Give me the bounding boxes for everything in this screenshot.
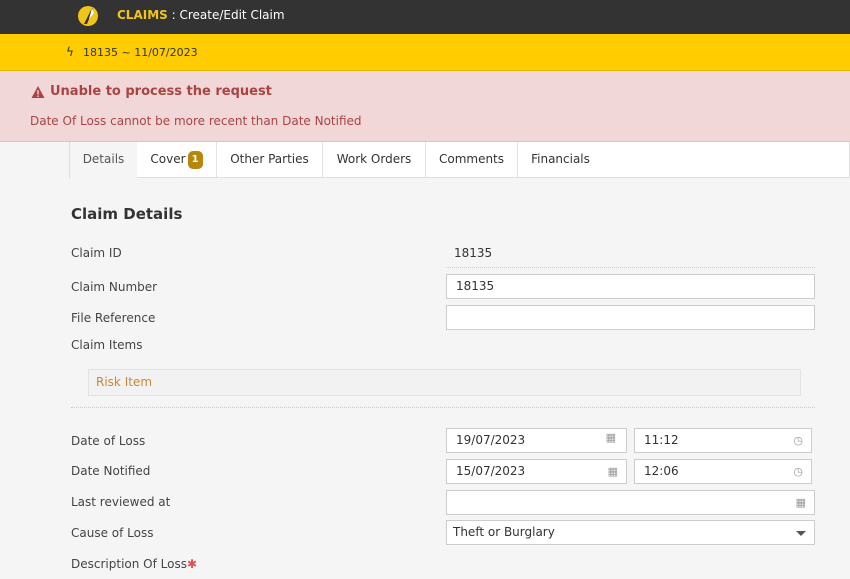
- claim-item-row[interactable]: Risk Item: [88, 369, 801, 396]
- date-notified-time-input[interactable]: 12:06 ◷: [634, 459, 812, 484]
- date-of-loss-date-value: 19/07/2023: [456, 433, 526, 447]
- page-title: CLAIMS : Create/Edit Claim: [117, 8, 285, 22]
- claim-id-value: 18135: [454, 246, 493, 260]
- calendar-icon[interactable]: ▦: [796, 491, 806, 514]
- date-notified-label: Date Notified: [71, 464, 151, 478]
- tab-label: Comments: [438, 152, 505, 166]
- claim-number-label: Claim Number: [71, 280, 158, 294]
- claim-items-label: Claim Items: [71, 338, 143, 352]
- cause-of-loss-value: Theft or Burglary: [453, 525, 555, 539]
- date-notified-date-value: 15/07/2023: [456, 464, 526, 478]
- divider: [71, 407, 815, 408]
- description-of-loss-label: Description Of Loss✱: [71, 557, 197, 571]
- context-bar: ϟ 18135 ~ 11/07/2023: [0, 34, 850, 71]
- tab-comments[interactable]: Comments: [426, 142, 518, 177]
- tab-label: Work Orders: [336, 152, 412, 166]
- date-of-loss-time-input[interactable]: 11:12 ◷: [634, 428, 812, 453]
- tab-work-orders[interactable]: Work Orders: [323, 142, 426, 177]
- last-reviewed-label: Last reviewed at: [71, 495, 171, 509]
- tab-bar: Details Cover 1 Other Parties Work Orders…: [69, 142, 850, 178]
- required-asterisk-icon: ✱: [186, 557, 198, 571]
- chevron-down-icon: [796, 531, 806, 536]
- tab-label: Cover: [150, 152, 186, 166]
- last-reviewed-date-input[interactable]: ▦: [446, 490, 815, 515]
- claim-number-value: 18135: [456, 279, 495, 293]
- section-title: Claim Details: [71, 205, 183, 223]
- error-alert: Unable to process the request Date Of Lo…: [0, 71, 850, 142]
- tab-cover[interactable]: Cover 1: [137, 142, 217, 177]
- date-notified-time-value: 12:06: [644, 464, 679, 478]
- claim-context-label[interactable]: 18135 ~ 11/07/2023: [83, 46, 198, 59]
- tab-details[interactable]: Details: [70, 142, 137, 178]
- divider: [446, 267, 815, 268]
- warning-icon: [31, 86, 45, 98]
- date-of-loss-label: Date of Loss: [71, 434, 146, 448]
- alert-title: Unable to process the request: [50, 84, 272, 99]
- tab-label: Financials: [531, 152, 590, 166]
- file-reference-label: File Reference: [71, 311, 156, 325]
- description-of-loss-text: Description Of Loss: [71, 557, 187, 571]
- cause-of-loss-label: Cause of Loss: [71, 526, 154, 540]
- bolt-icon: ϟ: [66, 45, 74, 59]
- claim-id-label: Claim ID: [71, 246, 122, 260]
- claim-number-input[interactable]: 18135: [446, 274, 815, 299]
- risk-item-link[interactable]: Risk Item: [96, 375, 152, 389]
- tab-label: Details: [82, 152, 125, 166]
- file-reference-input[interactable]: [446, 305, 815, 330]
- clock-icon[interactable]: ◷: [793, 460, 803, 483]
- app-name: CLAIMS: [117, 8, 168, 22]
- tab-label: Other Parties: [230, 152, 309, 166]
- date-notified-date-input[interactable]: 15/07/2023 ▦: [446, 459, 627, 484]
- tab-financials[interactable]: Financials: [518, 142, 603, 177]
- calendar-icon[interactable]: ▦: [608, 460, 618, 483]
- tab-other-parties[interactable]: Other Parties: [217, 142, 323, 177]
- cause-of-loss-select[interactable]: Theft or Burglary: [446, 520, 815, 545]
- cover-count-badge: 1: [187, 150, 203, 169]
- clock-icon[interactable]: ◷: [793, 429, 803, 452]
- date-of-loss-date-input[interactable]: 19/07/2023 ▦: [446, 428, 627, 453]
- quill-logo-icon[interactable]: [77, 5, 99, 27]
- alert-message: Date Of Loss cannot be more recent than …: [30, 114, 362, 128]
- date-of-loss-time-value: 11:12: [644, 433, 679, 447]
- page-subtitle: : Create/Edit Claim: [167, 8, 285, 22]
- calendar-icon[interactable]: ▦: [606, 426, 616, 449]
- top-bar: CLAIMS : Create/Edit Claim: [0, 0, 850, 34]
